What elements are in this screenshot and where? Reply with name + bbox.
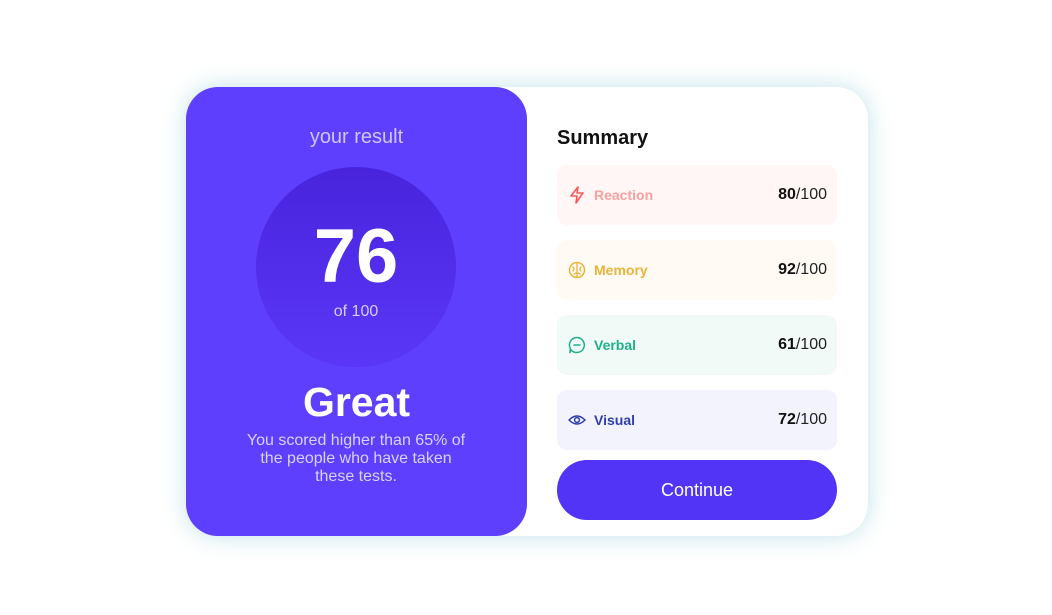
score-circle: 76 of 100: [256, 167, 456, 367]
eye-icon: [567, 410, 587, 430]
summary-item-label: Reaction: [594, 187, 654, 203]
summary-item-verbal: Verbal 61/100: [557, 315, 837, 375]
summary-item-label: Memory: [594, 262, 648, 278]
summary-item-visual: Visual 72/100: [557, 390, 837, 450]
summary-title: Summary: [557, 127, 649, 149]
rating-label: Great: [302, 379, 411, 425]
summary-panel: Summary Reaction 80/100 Memory 92/100 Ve…: [527, 87, 868, 536]
summary-item-memory: Memory 92/100: [557, 240, 837, 300]
rating-description: You scored higher than 65% of the people…: [246, 432, 466, 485]
summary-item-label: Verbal: [594, 337, 637, 353]
summary-item-label: Visual: [594, 412, 635, 428]
result-heading: your result: [309, 126, 404, 148]
results-card: your result 76 of 100 Great You scored h…: [186, 87, 868, 536]
score-total: of 100: [333, 303, 379, 320]
score-value: 76: [313, 214, 399, 299]
result-panel: your result 76 of 100 Great You scored h…: [186, 87, 527, 536]
continue-button[interactable]: Continue: [557, 460, 837, 520]
summary-item-score: 61/100: [778, 336, 827, 353]
summary-item-score: 92/100: [778, 261, 827, 278]
summary-item-score: 80/100: [778, 186, 827, 203]
summary-item-score: 72/100: [778, 411, 827, 428]
brain-icon: [567, 260, 587, 280]
chat-bubble-icon: [567, 335, 587, 355]
summary-item-reaction: Reaction 80/100: [557, 165, 837, 225]
lightning-icon: [567, 185, 587, 205]
